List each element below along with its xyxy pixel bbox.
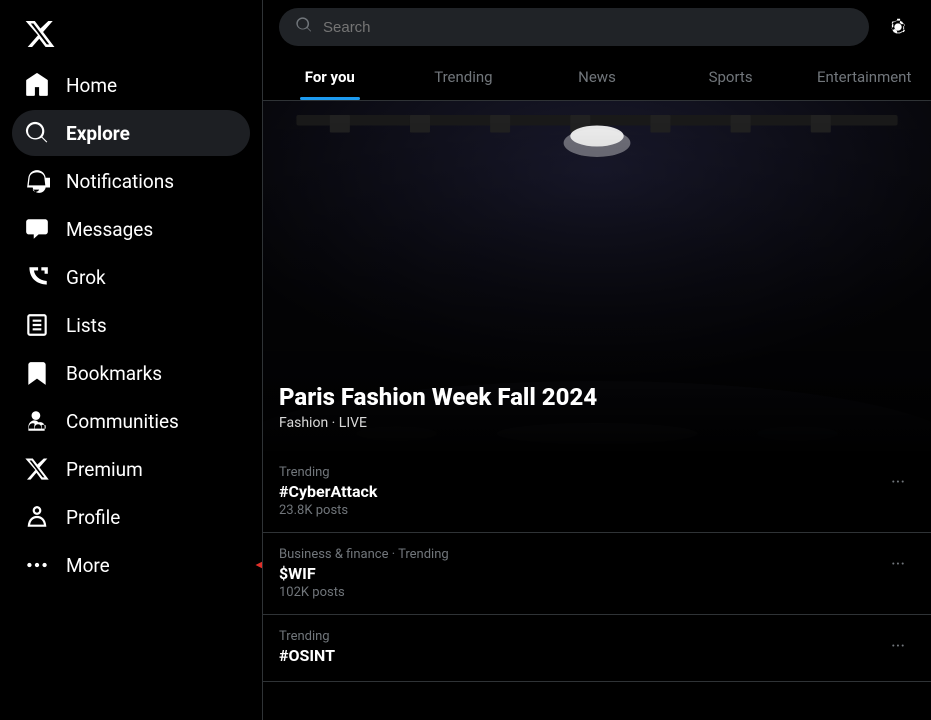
trending-category: Business & finance · Trending (279, 547, 881, 562)
trending-category: Trending (279, 629, 881, 644)
search-bar[interactable] (279, 8, 869, 46)
search-input[interactable] (323, 19, 853, 36)
sidebar-item-bookmarks-label: Bookmarks (66, 362, 162, 385)
logo[interactable] (12, 8, 250, 58)
sidebar-item-more-label: More (66, 554, 110, 577)
tab-trending[interactable]: Trending (397, 54, 531, 100)
search-icon (295, 16, 313, 38)
communities-icon (24, 408, 50, 434)
trending-posts: 102K posts (279, 585, 881, 600)
explore-icon (24, 120, 50, 146)
x-logo-icon (24, 18, 56, 50)
more-icon (24, 552, 50, 578)
settings-button[interactable] (881, 10, 915, 44)
tab-entertainment[interactable]: Entertainment (797, 54, 931, 100)
sidebar-item-grok-label: Grok (66, 266, 106, 289)
sidebar: Home Explore Notifications Messages Grok… (0, 0, 263, 720)
sidebar-item-profile[interactable]: Profile (12, 494, 250, 540)
notifications-icon (24, 168, 50, 194)
lists-icon (24, 312, 50, 338)
sidebar-item-bookmarks[interactable]: Bookmarks (12, 350, 250, 396)
trending-category: Trending (279, 465, 881, 480)
hero-content: Paris Fashion Week Fall 2024 Fashion · L… (263, 363, 931, 451)
sidebar-item-communities[interactable]: Communities (12, 398, 250, 444)
trending-name: #CyberAttack (279, 482, 881, 501)
trending-item[interactable]: Trending #CyberAttack 23.8K posts ··· (263, 451, 931, 533)
trending-item-info: Business & finance · Trending $WIF 102K … (279, 547, 881, 600)
hero-title: Paris Fashion Week Fall 2024 (279, 383, 915, 411)
grok-icon (24, 264, 50, 290)
messages-icon (24, 216, 50, 242)
tabs-bar: For you Trending News Sports Entertainme… (263, 54, 931, 101)
bookmarks-icon (24, 360, 50, 386)
hero-subtitle: Fashion · LIVE (279, 415, 915, 431)
sidebar-item-home[interactable]: Home (12, 62, 250, 108)
sidebar-item-explore-label: Explore (66, 122, 130, 145)
trending-more-button[interactable]: ··· (881, 547, 915, 581)
sidebar-item-notifications-label: Notifications (66, 170, 174, 193)
sidebar-item-messages[interactable]: Messages (12, 206, 250, 252)
header (263, 0, 931, 54)
trending-item[interactable]: Business & finance · Trending $WIF 102K … (263, 533, 931, 615)
sidebar-item-communities-label: Communities (66, 410, 179, 433)
hero-image-section[interactable]: Paris Fashion Week Fall 2024 Fashion · L… (263, 101, 931, 451)
sidebar-item-home-label: Home (66, 74, 117, 97)
sidebar-item-more[interactable]: More (12, 542, 250, 588)
profile-icon (24, 504, 50, 530)
tab-sports[interactable]: Sports (664, 54, 798, 100)
tab-for-you[interactable]: For you (263, 54, 397, 100)
trending-name: $WIF (279, 564, 881, 583)
sidebar-item-messages-label: Messages (66, 218, 153, 241)
sidebar-item-lists[interactable]: Lists (12, 302, 250, 348)
sidebar-item-premium-label: Premium (66, 458, 143, 481)
trending-name: #OSINT (279, 646, 881, 665)
sidebar-item-explore[interactable]: Explore (12, 110, 250, 156)
sidebar-item-notifications[interactable]: Notifications (12, 158, 250, 204)
home-icon (24, 72, 50, 98)
trending-more-button[interactable]: ··· (881, 465, 915, 499)
trending-posts: 23.8K posts (279, 503, 881, 518)
trending-item-info: Trending #OSINT (279, 629, 881, 667)
sidebar-item-premium[interactable]: Premium (12, 446, 250, 492)
sidebar-item-lists-label: Lists (66, 314, 107, 337)
trending-more-button[interactable]: ··· (881, 629, 915, 663)
red-arrow-annotation (255, 551, 263, 579)
trending-item[interactable]: Trending #OSINT ··· (263, 615, 931, 682)
premium-icon (24, 456, 50, 482)
trending-item-info: Trending #CyberAttack 23.8K posts (279, 465, 881, 518)
main-content: For you Trending News Sports Entertainme… (263, 0, 931, 720)
trending-list: Trending #CyberAttack 23.8K posts ··· Bu… (263, 451, 931, 682)
sidebar-item-profile-label: Profile (66, 506, 120, 529)
tab-news[interactable]: News (530, 54, 664, 100)
sidebar-item-grok[interactable]: Grok (12, 254, 250, 300)
